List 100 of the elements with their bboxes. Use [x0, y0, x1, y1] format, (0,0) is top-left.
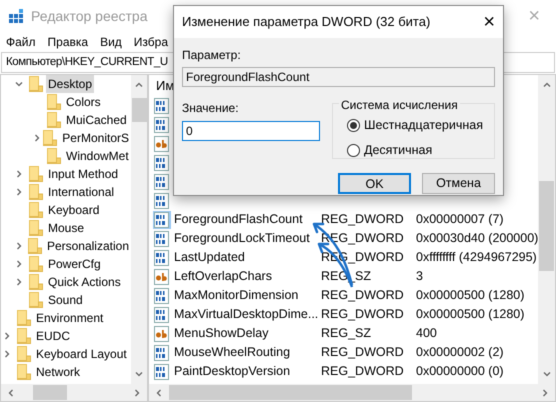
- name-field[interactable]: ForegroundFlashCount: [182, 67, 495, 87]
- folder-icon: [29, 166, 43, 182]
- value-name[interactable]: MenuShowDelay: [174, 324, 321, 343]
- right-chevron-icon[interactable]: [133, 388, 141, 396]
- table-cell-text: 0x00030d40 (200000): [416, 230, 538, 248]
- table-cell-text: REG_DWORD: [321, 306, 405, 324]
- tree-item[interactable]: MuiCached: [64, 111, 129, 129]
- expand-chevron-icon[interactable]: [3, 350, 11, 358]
- tree-item[interactable]: PerMonitorS: [60, 129, 131, 147]
- value-field[interactable]: 0: [182, 121, 320, 141]
- scroll-thumb[interactable]: [132, 98, 146, 122]
- tree-item[interactable]: WindowMet: [64, 147, 131, 165]
- folder-icon: [17, 328, 31, 344]
- scrollbar[interactable]: [538, 75, 556, 384]
- folder-icon: [17, 346, 31, 362]
- collapse-chevron-icon[interactable]: [15, 80, 23, 88]
- left-chevron-icon[interactable]: [155, 388, 163, 396]
- folder-icon: [29, 184, 43, 200]
- value-name[interactable]: LastUpdated: [174, 248, 321, 267]
- scroll-thumb[interactable]: [169, 385, 412, 400]
- tree-item[interactable]: Colors: [64, 93, 103, 111]
- expand-chevron-icon[interactable]: [33, 134, 41, 142]
- field-label: Значение:: [182, 100, 240, 117]
- binary-value-icon: [154, 344, 170, 360]
- up-chevron-icon[interactable]: [542, 81, 551, 89]
- tree-item[interactable]: Keyboard: [46, 201, 102, 219]
- folder-icon: [29, 220, 43, 236]
- value-name[interactable]: ForegroundLockTimeout: [174, 229, 321, 248]
- tree-item[interactable]: Mouse: [46, 219, 86, 237]
- folder-icon: [29, 202, 43, 218]
- table-cell-text: 0xffffffff (4294967295): [416, 249, 537, 266]
- tree-item[interactable]: Personalization: [44, 237, 131, 255]
- table-cell-text: REG_DWORD: [321, 363, 405, 380]
- binary-value-icon: [154, 98, 170, 114]
- binary-value-icon: [154, 192, 170, 208]
- scroll-thumb[interactable]: [33, 385, 67, 400]
- dialog-title: Изменение параметра DWORD (32 бита): [182, 13, 430, 32]
- string-value-icon: [154, 326, 170, 342]
- tree-item[interactable]: Network: [34, 363, 82, 381]
- table-cell-text: 3: [416, 268, 423, 286]
- scrollbar[interactable]: [131, 75, 147, 384]
- table-cell-text: REG_DWORD: [321, 211, 405, 228]
- tree-item[interactable]: Sound: [46, 291, 85, 309]
- table-cell-text: 0x00000500 (1280): [416, 287, 524, 304]
- down-chevron-icon[interactable]: [542, 370, 551, 378]
- tree-item[interactable]: Input Method: [46, 165, 120, 183]
- expand-chevron-icon[interactable]: [15, 242, 23, 250]
- binary-value-icon: [154, 306, 170, 322]
- binary-value-icon: [154, 250, 170, 266]
- tree-item[interactable]: Environment: [34, 309, 106, 327]
- expand-chevron-icon[interactable]: [15, 278, 23, 286]
- folder-icon: [29, 292, 43, 308]
- value-name[interactable]: MouseWheelRouting: [174, 343, 321, 362]
- right-chevron-icon[interactable]: [541, 388, 550, 396]
- table-cell-text: 0x00000002 (2): [416, 344, 504, 362]
- table-cell-text: 0x00000500 (1280): [416, 306, 524, 324]
- binary-value-icon: [154, 116, 170, 132]
- dialog-button[interactable]: OK: [338, 173, 411, 194]
- down-chevron-icon[interactable]: [135, 370, 143, 378]
- tree-item[interactable]: International: [46, 183, 116, 201]
- folder-icon: [17, 310, 31, 326]
- radio-button[interactable]: Десятичная: [347, 140, 494, 160]
- tree-item[interactable]: Keyboard Layout: [34, 345, 129, 363]
- table-cell-text: 400: [416, 325, 437, 342]
- value-name[interactable]: MaxMonitorDimension: [174, 286, 321, 305]
- up-chevron-icon[interactable]: [135, 81, 143, 89]
- dialog-button[interactable]: Отмена: [422, 173, 495, 194]
- value-name[interactable]: ForegroundFlashCount: [174, 210, 321, 229]
- expand-chevron-icon[interactable]: [15, 260, 23, 268]
- tree-item[interactable]: EUDC: [34, 327, 72, 345]
- table-cell-text: REG_DWORD: [321, 287, 405, 304]
- menu-item[interactable]: Вид: [100, 33, 122, 51]
- left-chevron-icon[interactable]: [7, 388, 15, 396]
- table-cell-text: REG_SZ: [321, 325, 372, 342]
- string-value-icon: [154, 268, 170, 284]
- binary-value-icon: [154, 364, 170, 380]
- binary-value-icon: [154, 174, 170, 190]
- value-name[interactable]: MaxVirtualDesktopDime...: [174, 305, 321, 324]
- close-button[interactable]: ×: [483, 12, 495, 32]
- expand-chevron-icon[interactable]: [15, 188, 23, 196]
- folder-icon: [47, 148, 61, 164]
- folder-icon: [28, 238, 42, 254]
- menu-item[interactable]: Правка: [48, 33, 88, 51]
- scroll-thumb[interactable]: [539, 181, 554, 271]
- value-name[interactable]: PaintDesktopVersion: [174, 362, 321, 381]
- radio-button[interactable]: Шестнадцатеричная: [347, 116, 494, 135]
- tree-item[interactable]: PowerCfg: [46, 255, 103, 273]
- table-cell-text: 0x00000000 (0): [416, 363, 504, 380]
- expand-chevron-icon[interactable]: [15, 170, 23, 178]
- menu-item[interactable]: Избра: [134, 33, 168, 51]
- horizontal-scrollbar[interactable]: [149, 384, 556, 401]
- menu-item[interactable]: Файл: [6, 33, 36, 51]
- tree-item[interactable]: Quick Actions: [46, 273, 123, 291]
- expand-chevron-icon[interactable]: [3, 332, 11, 340]
- window-title: Редактор реестра: [31, 6, 148, 26]
- value-name[interactable]: LeftOverlapChars: [174, 267, 321, 286]
- folder-icon: [47, 112, 61, 128]
- binary-value-icon: [154, 154, 170, 170]
- tree-item[interactable]: Desktop: [46, 75, 94, 93]
- horizontal-scrollbar[interactable]: [1, 384, 147, 401]
